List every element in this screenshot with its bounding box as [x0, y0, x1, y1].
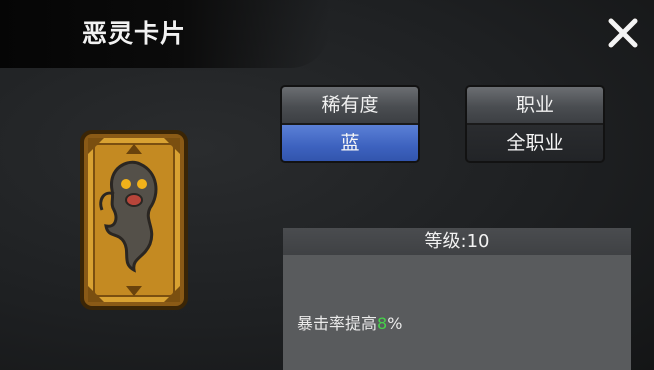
job-value: 全职业 — [467, 125, 603, 161]
title-bar: 恶灵卡片 — [0, 0, 330, 68]
effect-unit: % — [387, 314, 403, 333]
effect-text: 暴击率提高8% — [297, 310, 402, 334]
job-label: 职业 — [467, 87, 603, 125]
close-icon — [607, 17, 639, 49]
card-info-panel: 恶灵卡片 稀有度 蓝 职业 全职业 等级:10 暴击率提高8% — [0, 0, 654, 370]
effect-description: 暴击率提高 — [297, 314, 378, 333]
job-box: 职业 全职业 — [465, 85, 605, 163]
rarity-box: 稀有度 蓝 — [280, 85, 420, 163]
level-label: 等级:10 — [283, 228, 631, 255]
close-button[interactable] — [602, 12, 644, 54]
rarity-label: 稀有度 — [282, 87, 418, 125]
rarity-value: 蓝 — [282, 125, 418, 161]
ghost-card-icon — [78, 128, 190, 312]
panel-title: 恶灵卡片 — [82, 19, 187, 48]
effect-value: 8 — [377, 314, 388, 333]
level-panel: 等级:10 暴击率提高8% — [283, 228, 631, 370]
